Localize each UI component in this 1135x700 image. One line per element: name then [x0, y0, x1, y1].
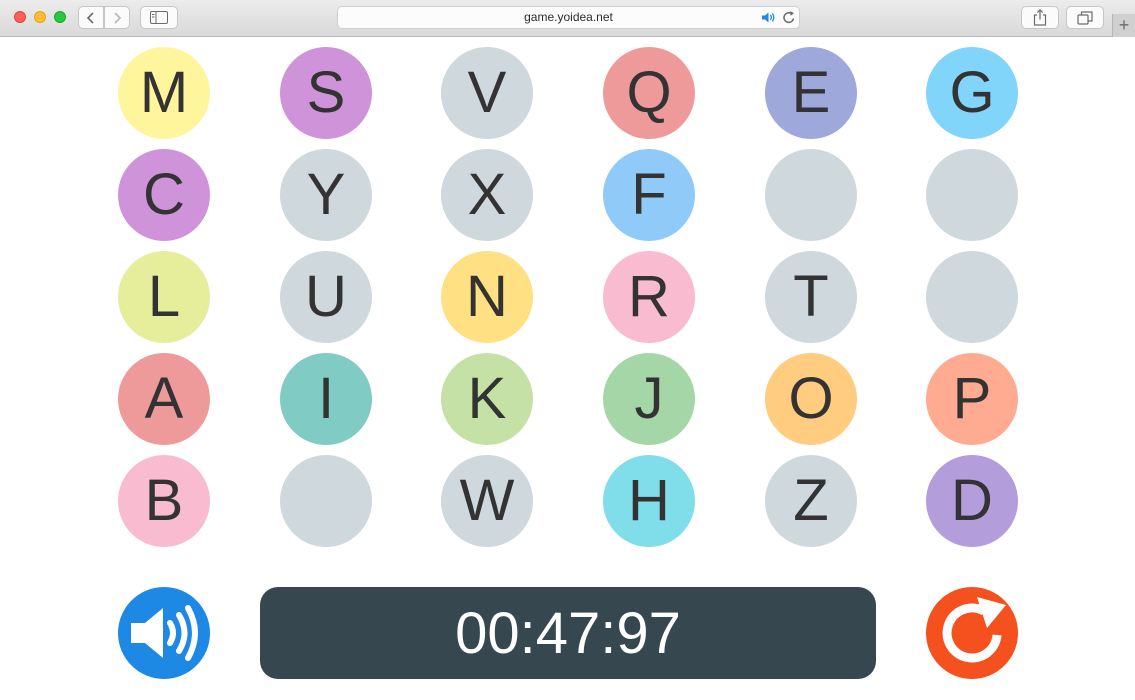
- sound-toggle-button[interactable]: [118, 587, 210, 679]
- tile-letter: U: [305, 264, 347, 329]
- timer-value: 00:47:97: [455, 600, 681, 666]
- reload-icon[interactable]: [782, 10, 796, 25]
- tile-letter: X: [467, 162, 507, 227]
- tile-letter: P: [952, 366, 992, 431]
- letter-tile-u[interactable]: U: [280, 251, 372, 343]
- letter-tile-p[interactable]: P: [926, 353, 1018, 445]
- tile-letter: Y: [306, 162, 346, 227]
- letter-tile-w[interactable]: W: [441, 455, 533, 547]
- chevron-left-icon: [86, 11, 94, 24]
- letter-tile-d[interactable]: D: [926, 455, 1018, 547]
- minimize-window-button[interactable]: [34, 11, 46, 23]
- chevron-right-icon: [114, 11, 122, 24]
- letter-tile-v[interactable]: V: [441, 47, 533, 139]
- tile-letter: D: [951, 468, 993, 533]
- tile-letter: C: [143, 162, 185, 227]
- share-icon: [1033, 9, 1047, 26]
- letter-tile-e[interactable]: E: [765, 47, 857, 139]
- empty-tile[interactable]: [765, 149, 857, 241]
- audio-playing-icon[interactable]: [761, 11, 776, 24]
- tile-letter: E: [791, 60, 831, 125]
- letter-tile-y[interactable]: Y: [280, 149, 372, 241]
- tile-letter: W: [459, 468, 515, 533]
- zoom-window-button[interactable]: [54, 11, 66, 23]
- letter-tile-g[interactable]: G: [926, 47, 1018, 139]
- address-bar[interactable]: game.yoidea.net: [337, 6, 800, 29]
- tabs-overview-icon: [1077, 10, 1093, 25]
- letter-tile-c[interactable]: C: [118, 149, 210, 241]
- empty-tile[interactable]: [926, 149, 1018, 241]
- new-tab-button[interactable]: +: [1112, 14, 1135, 37]
- tile-letter: G: [949, 60, 995, 125]
- letter-tile-l[interactable]: L: [118, 251, 210, 343]
- letter-tile-o[interactable]: O: [765, 353, 857, 445]
- show-tabs-button[interactable]: [1066, 6, 1104, 29]
- tile-letter: K: [467, 366, 507, 431]
- tile-letter: J: [634, 366, 664, 431]
- tile-letter: N: [466, 264, 508, 329]
- empty-tile[interactable]: [280, 455, 372, 547]
- letter-tile-j[interactable]: J: [603, 353, 695, 445]
- letter-tile-r[interactable]: R: [603, 251, 695, 343]
- letter-tile-t[interactable]: T: [765, 251, 857, 343]
- tile-letter: M: [139, 60, 189, 125]
- browser-toolbar: game.yoidea.net +: [0, 0, 1135, 37]
- restart-icon: [942, 597, 1006, 663]
- tile-letter: L: [147, 264, 181, 329]
- back-button[interactable]: [78, 6, 104, 29]
- close-window-button[interactable]: [14, 11, 26, 23]
- tile-letter: I: [317, 366, 335, 431]
- tile-letter: S: [306, 60, 346, 125]
- letter-tile-x[interactable]: X: [441, 149, 533, 241]
- tile-letter: A: [144, 366, 184, 431]
- restart-button[interactable]: [926, 587, 1018, 679]
- letter-tile-f[interactable]: F: [603, 149, 695, 241]
- letter-tile-s[interactable]: S: [280, 47, 372, 139]
- tile-letter: V: [467, 60, 507, 125]
- letter-tile-i[interactable]: I: [280, 353, 372, 445]
- share-button[interactable]: [1021, 6, 1059, 29]
- letter-tile-h[interactable]: H: [603, 455, 695, 547]
- tile-letter: H: [628, 468, 670, 533]
- letter-tile-k[interactable]: K: [441, 353, 533, 445]
- letter-tile-m[interactable]: M: [118, 47, 210, 139]
- tile-letter: B: [144, 468, 184, 533]
- timer-display: 00:47:97: [260, 587, 876, 679]
- tile-letter: T: [793, 264, 829, 329]
- sidebar-icon: [150, 11, 168, 24]
- tile-letter: F: [631, 162, 667, 227]
- letter-tile-b[interactable]: B: [118, 455, 210, 547]
- letter-tile-q[interactable]: Q: [603, 47, 695, 139]
- tile-letter: Q: [626, 60, 672, 125]
- forward-button[interactable]: [104, 6, 130, 29]
- empty-tile[interactable]: [926, 251, 1018, 343]
- sidebar-toggle-button[interactable]: [140, 6, 178, 29]
- speaker-on-icon: [131, 605, 198, 661]
- tile-letter: Z: [793, 468, 829, 533]
- letter-tile-n[interactable]: N: [441, 251, 533, 343]
- letter-tile-z[interactable]: Z: [765, 455, 857, 547]
- url-text: game.yoidea.net: [524, 10, 613, 24]
- tile-letter: O: [788, 366, 834, 431]
- letter-tile-a[interactable]: A: [118, 353, 210, 445]
- tile-letter: R: [628, 264, 670, 329]
